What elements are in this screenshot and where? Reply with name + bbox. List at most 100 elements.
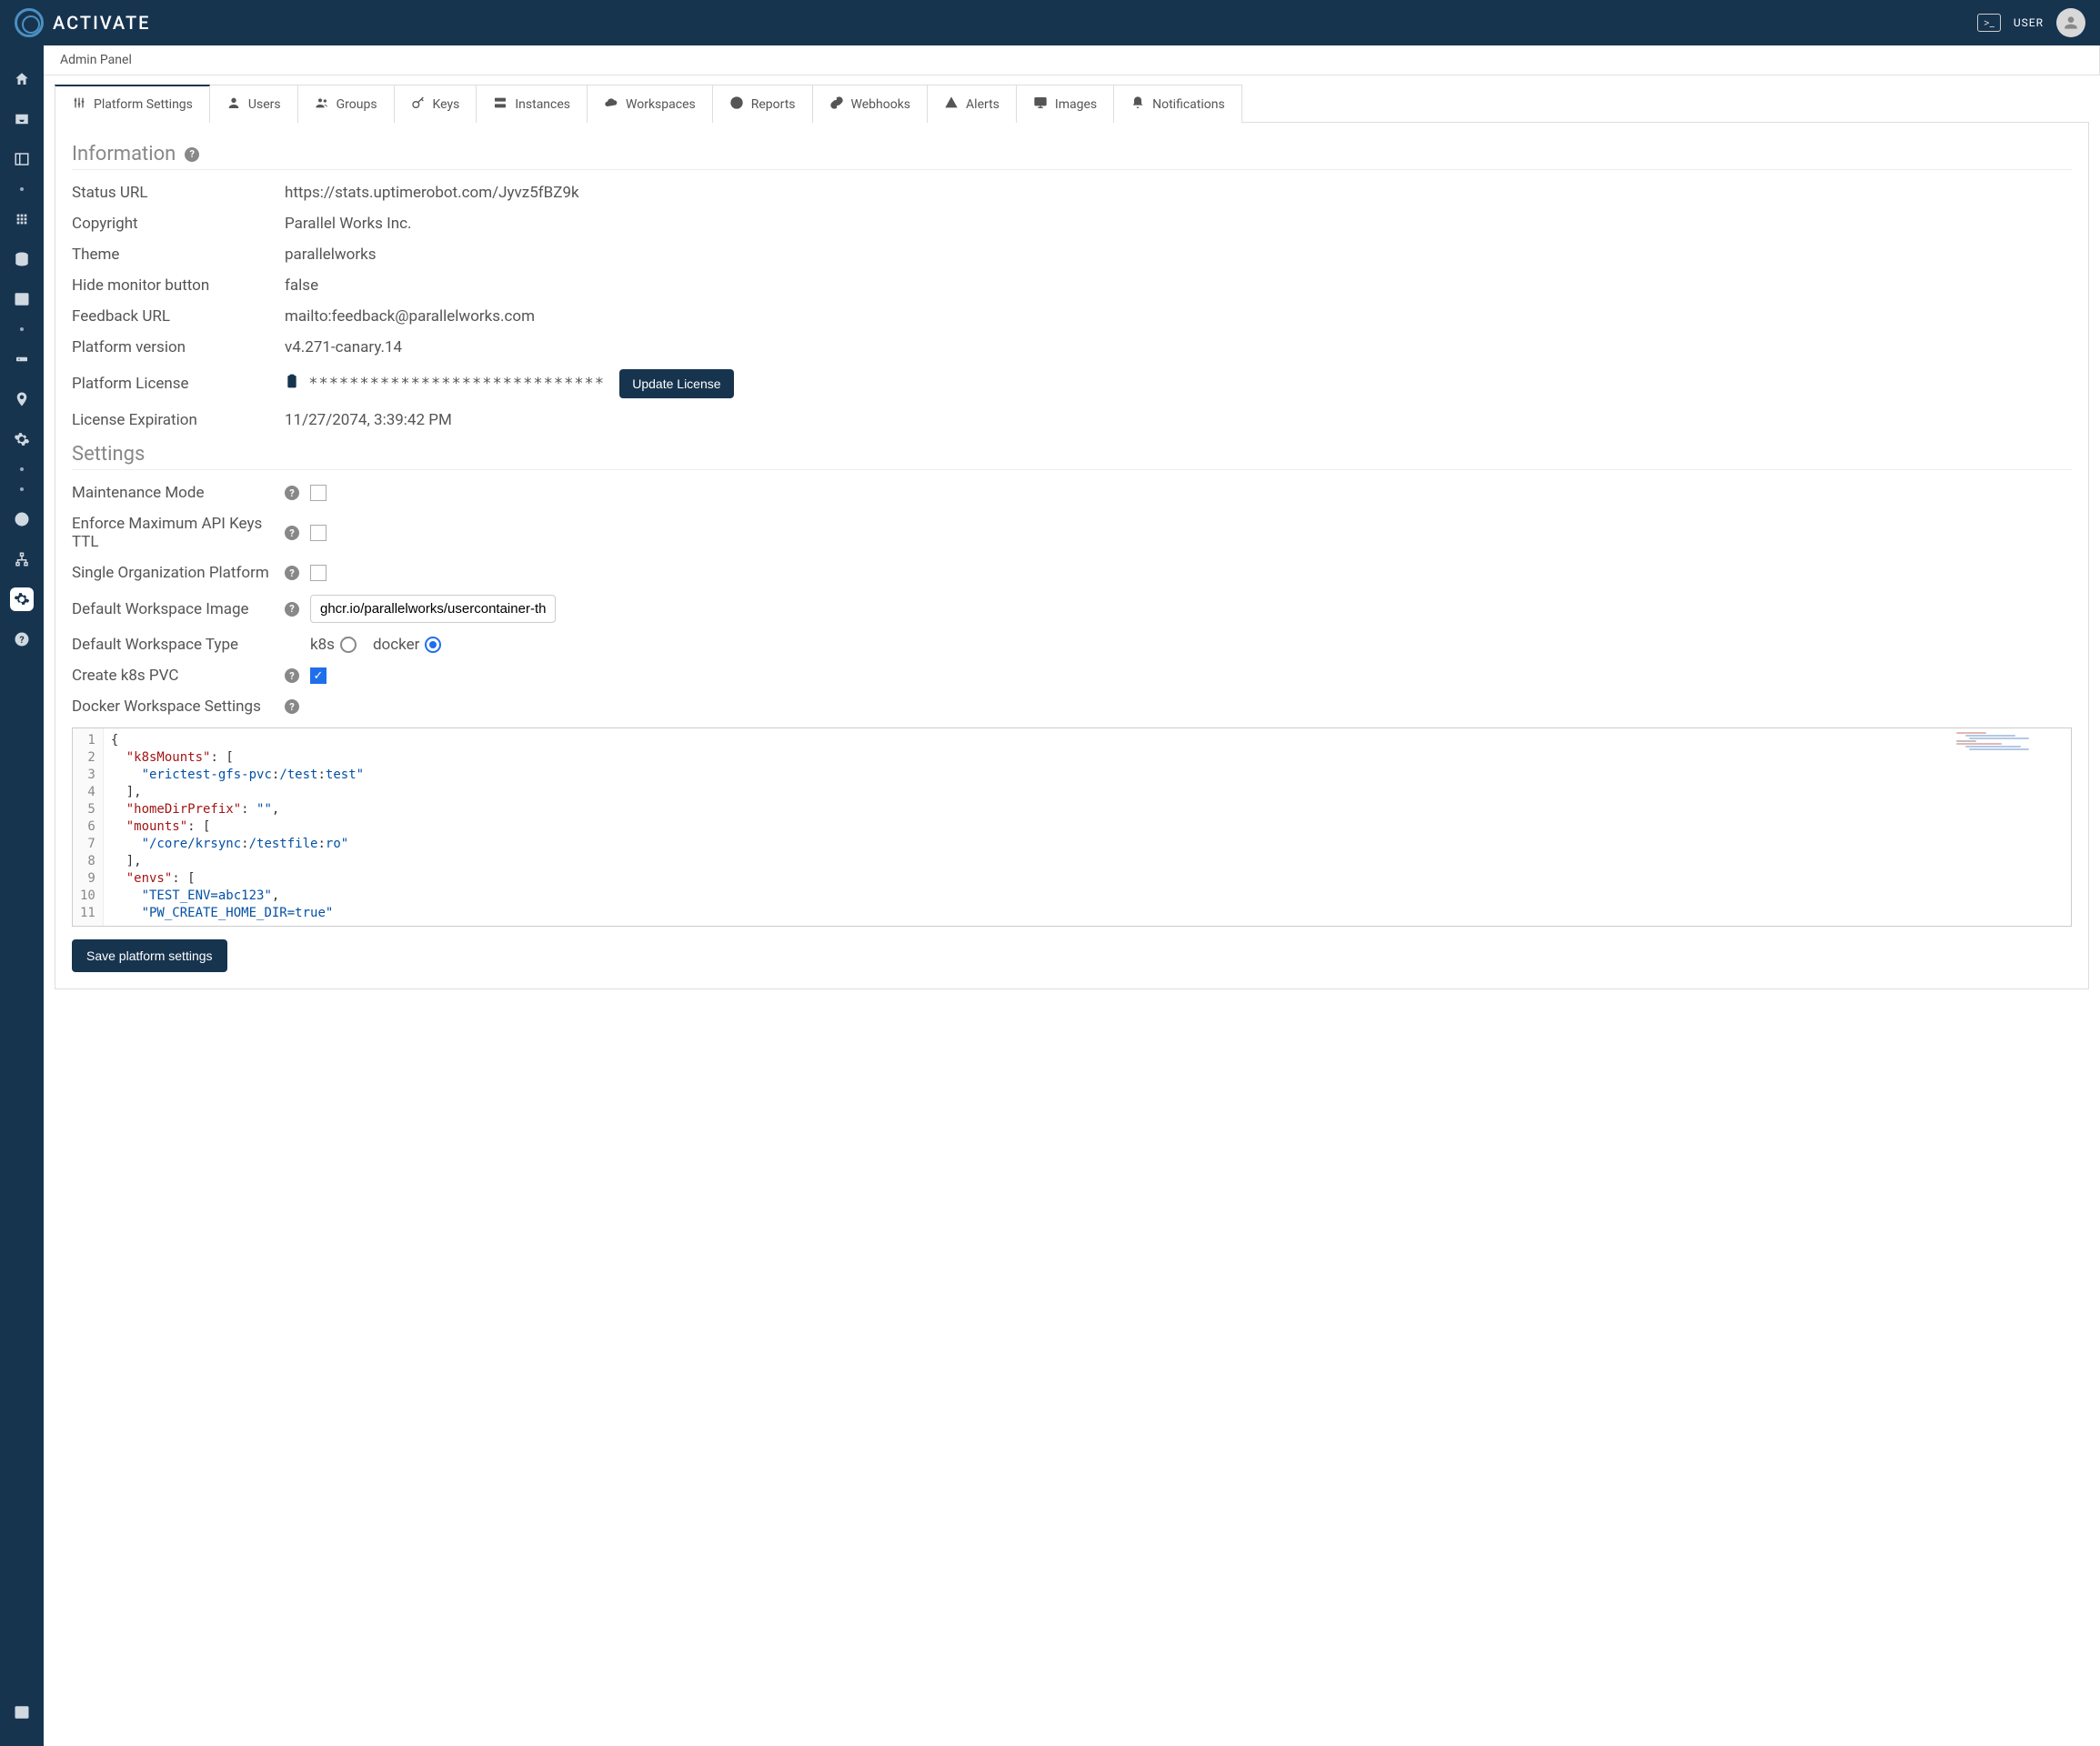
nav-storage-icon[interactable] bbox=[10, 247, 34, 271]
nav-panel-icon[interactable] bbox=[10, 147, 34, 171]
nav-admin-icon[interactable] bbox=[10, 587, 34, 611]
help-icon[interactable]: ? bbox=[285, 668, 299, 683]
content: Information ? Status URLhttps://stats.up… bbox=[55, 123, 2089, 989]
nav-help-icon[interactable]: ? bbox=[10, 627, 34, 651]
default-image-input[interactable] bbox=[310, 595, 556, 623]
help-icon[interactable]: ? bbox=[285, 602, 299, 617]
help-icon[interactable]: ? bbox=[285, 526, 299, 540]
nav-location-icon[interactable] bbox=[10, 387, 34, 411]
tab-images[interactable]: Images bbox=[1017, 85, 1114, 123]
maintenance-checkbox[interactable] bbox=[310, 485, 327, 501]
avatar[interactable] bbox=[2056, 8, 2085, 37]
nav-globe-icon[interactable] bbox=[10, 507, 34, 531]
logo[interactable]: ACTIVATE bbox=[15, 8, 150, 37]
create-pvc-checkbox[interactable]: ✓ bbox=[310, 667, 327, 684]
default-type-label: Default Workspace Type bbox=[72, 636, 285, 654]
user-label: USER bbox=[2014, 16, 2044, 29]
radio-k8s-label: k8s bbox=[310, 636, 335, 654]
svg-text:?: ? bbox=[19, 634, 24, 646]
tab-label: Images bbox=[1055, 97, 1097, 112]
minimap bbox=[1956, 732, 2056, 768]
tab-label: Groups bbox=[337, 97, 377, 112]
default-image-label: Default Workspace Image bbox=[72, 600, 285, 618]
help-icon[interactable]: ? bbox=[285, 486, 299, 500]
docker-ws-label: Docker Workspace Settings bbox=[72, 697, 285, 716]
tab-label: Workspaces bbox=[626, 97, 696, 112]
clipboard-icon[interactable] bbox=[285, 375, 299, 393]
tab-notifications[interactable]: Notifications bbox=[1114, 85, 1242, 123]
copyright-label: Copyright bbox=[72, 215, 285, 233]
hide-monitor-value: false bbox=[285, 276, 318, 295]
monitor-icon bbox=[1033, 95, 1048, 114]
users-icon bbox=[315, 95, 329, 114]
code-editor[interactable]: 1234567891011 { "k8sMounts": [ "erictest… bbox=[72, 728, 2072, 927]
terminal-icon[interactable]: >_ bbox=[1977, 14, 2001, 32]
tab-groups[interactable]: Groups bbox=[298, 85, 395, 123]
nav-divider bbox=[20, 187, 24, 191]
logo-spiral-icon bbox=[15, 8, 44, 37]
sliders-icon bbox=[72, 95, 86, 114]
create-pvc-label: Create k8s PVC bbox=[72, 667, 285, 685]
sidebar: ? bbox=[0, 45, 44, 1746]
license-mask: ***************************** bbox=[308, 375, 605, 393]
nav-divider bbox=[20, 327, 24, 331]
radio-docker-label: docker bbox=[373, 636, 419, 654]
update-license-button[interactable]: Update License bbox=[619, 369, 733, 398]
nav-drive-icon[interactable] bbox=[10, 347, 34, 371]
main: Admin Panel Platform Settings Users Groups… bbox=[44, 45, 2100, 1746]
nav-collapse-icon[interactable] bbox=[10, 1701, 34, 1724]
maintenance-label: Maintenance Mode bbox=[72, 484, 285, 502]
enforce-ttl-checkbox[interactable] bbox=[310, 525, 327, 541]
nav-inbox-icon[interactable] bbox=[10, 107, 34, 131]
nav-divider bbox=[20, 487, 24, 491]
gutter: 1234567891011 bbox=[73, 728, 104, 926]
nav-grid-icon[interactable] bbox=[10, 207, 34, 231]
nav-home-icon[interactable] bbox=[10, 67, 34, 91]
nav-gear-icon[interactable] bbox=[10, 427, 34, 451]
hide-monitor-label: Hide monitor button bbox=[72, 276, 285, 295]
status-url-value: https://stats.uptimerobot.com/Jyvz5fBZ9k bbox=[285, 184, 579, 202]
user-icon bbox=[226, 95, 241, 114]
tab-label: Notifications bbox=[1152, 97, 1225, 112]
breadcrumb: Admin Panel bbox=[44, 45, 2100, 75]
tab-alerts[interactable]: Alerts bbox=[928, 85, 1017, 123]
version-value: v4.271-canary.14 bbox=[285, 338, 402, 356]
tab-label: Webhooks bbox=[851, 97, 911, 112]
radio-docker[interactable] bbox=[425, 637, 441, 653]
nav-terminal-icon[interactable] bbox=[10, 287, 34, 311]
tab-label: Reports bbox=[751, 97, 796, 112]
cloud-icon bbox=[604, 95, 618, 114]
single-org-checkbox[interactable] bbox=[310, 565, 327, 581]
alert-icon bbox=[944, 95, 959, 114]
help-icon[interactable]: ? bbox=[185, 147, 199, 162]
nav-divider bbox=[20, 467, 24, 471]
radio-k8s[interactable] bbox=[340, 637, 357, 653]
tab-keys[interactable]: Keys bbox=[395, 85, 477, 123]
expiration-label: License Expiration bbox=[72, 411, 285, 429]
bell-icon bbox=[1130, 95, 1145, 114]
tab-webhooks[interactable]: Webhooks bbox=[813, 85, 929, 123]
help-icon[interactable]: ? bbox=[285, 566, 299, 580]
tab-label: Instances bbox=[515, 97, 570, 112]
single-org-label: Single Organization Platform bbox=[72, 564, 285, 582]
license-label: Platform License bbox=[72, 375, 285, 393]
tab-label: Keys bbox=[433, 97, 460, 112]
tab-reports[interactable]: Reports bbox=[713, 85, 813, 123]
tab-instances[interactable]: Instances bbox=[477, 85, 588, 123]
nav-sitemap-icon[interactable] bbox=[10, 547, 34, 571]
tab-label: Platform Settings bbox=[94, 97, 193, 112]
copyright-value: Parallel Works Inc. bbox=[285, 215, 411, 233]
tab-workspaces[interactable]: Workspaces bbox=[588, 85, 713, 123]
save-button[interactable]: Save platform settings bbox=[72, 939, 227, 972]
theme-value: parallelworks bbox=[285, 246, 377, 264]
tab-platform-settings[interactable]: Platform Settings bbox=[55, 85, 210, 123]
tab-users[interactable]: Users bbox=[210, 85, 298, 123]
tab-label: Alerts bbox=[966, 97, 1000, 112]
version-label: Platform version bbox=[72, 338, 285, 356]
help-icon[interactable]: ? bbox=[285, 699, 299, 714]
information-title: Information bbox=[72, 143, 176, 166]
code-body[interactable]: { "k8sMounts": [ "erictest-gfs-pvc:/test… bbox=[104, 728, 2071, 926]
server-icon bbox=[493, 95, 507, 114]
feedback-label: Feedback URL bbox=[72, 307, 285, 326]
status-url-label: Status URL bbox=[72, 184, 285, 202]
